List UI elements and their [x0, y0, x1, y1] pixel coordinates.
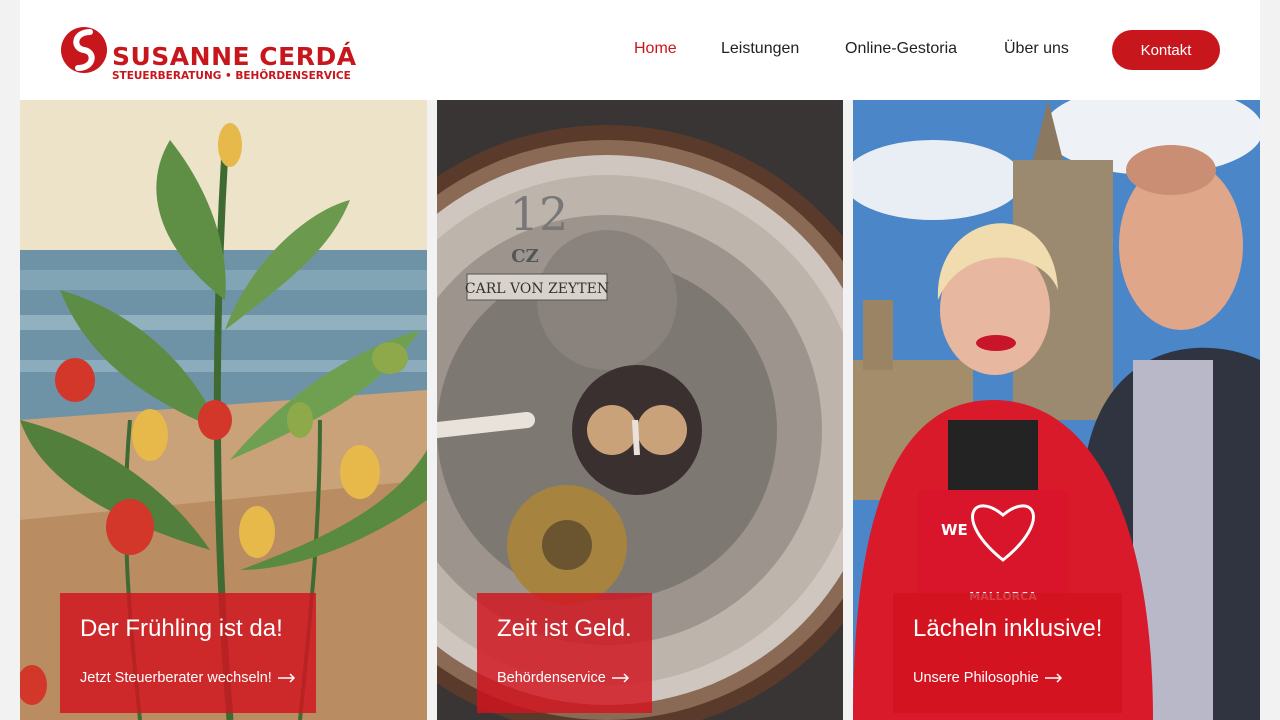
teaser-link-label: Behördenservice [497, 670, 606, 686]
teaser-title: Der Frühling ist da! [80, 615, 283, 642]
sign-we-text: WE [941, 521, 968, 539]
nav-item-home[interactable]: Home [634, 40, 677, 58]
watch-monogram: CZ [511, 246, 538, 267]
site-header: SUSANNE CERDÁ STEUERBERATUNG • BEHÖRDENS… [20, 0, 1260, 100]
logo-mark-icon [61, 22, 107, 73]
teaser-link[interactable]: Jetzt Steuerberater wechseln! [80, 670, 296, 686]
brand-name: SUSANNE CERDÁ [112, 42, 357, 71]
teaser-overlay: Der Frühling ist da! Jetzt Steuerberater… [60, 593, 316, 713]
brand-tagline: STEUERBERATUNG • BEHÖRDENSERVICE [112, 70, 351, 82]
teaser-card-people[interactable]: WE MALLORCA Lächeln inklusive! Unsere Ph… [853, 100, 1260, 720]
teaser-card-watch[interactable]: CARL VON ZEYTEN CZ 12 Zeit ist Geld. Beh… [437, 100, 843, 720]
nav-item-ueber-uns[interactable]: Über uns [1004, 40, 1069, 58]
watch-numeral: 12 [510, 187, 569, 241]
watch-brand-text: CARL VON ZEYTEN [465, 281, 609, 297]
arrow-right-icon [1044, 673, 1062, 683]
nav-item-leistungen[interactable]: Leistungen [721, 40, 799, 58]
teaser-link[interactable]: Behördenservice [497, 670, 632, 686]
arrow-right-icon [611, 673, 629, 683]
teaser-link-label: Jetzt Steuerberater wechseln! [80, 670, 272, 686]
teaser-link[interactable]: Unsere Philosophie [913, 670, 1102, 686]
arrow-right-icon [277, 673, 295, 683]
nav-item-online-gestoria[interactable]: Online-Gestoria [845, 40, 957, 58]
teaser-overlay: Lächeln inklusive! Unsere Philosophie [893, 593, 1123, 713]
brand-logo[interactable]: SUSANNE CERDÁ STEUERBERATUNG • BEHÖRDENS… [60, 20, 356, 82]
teaser-title: Lächeln inklusive! [913, 615, 1103, 642]
teaser-card-spring[interactable]: Der Frühling ist da! Jetzt Steuerberater… [20, 100, 427, 720]
teaser-title: Zeit ist Geld. [497, 615, 632, 642]
kontakt-button[interactable]: Kontakt [1112, 30, 1220, 70]
teaser-link-label: Unsere Philosophie [913, 670, 1039, 686]
teaser-overlay: Zeit ist Geld. Behördenservice [477, 593, 652, 713]
